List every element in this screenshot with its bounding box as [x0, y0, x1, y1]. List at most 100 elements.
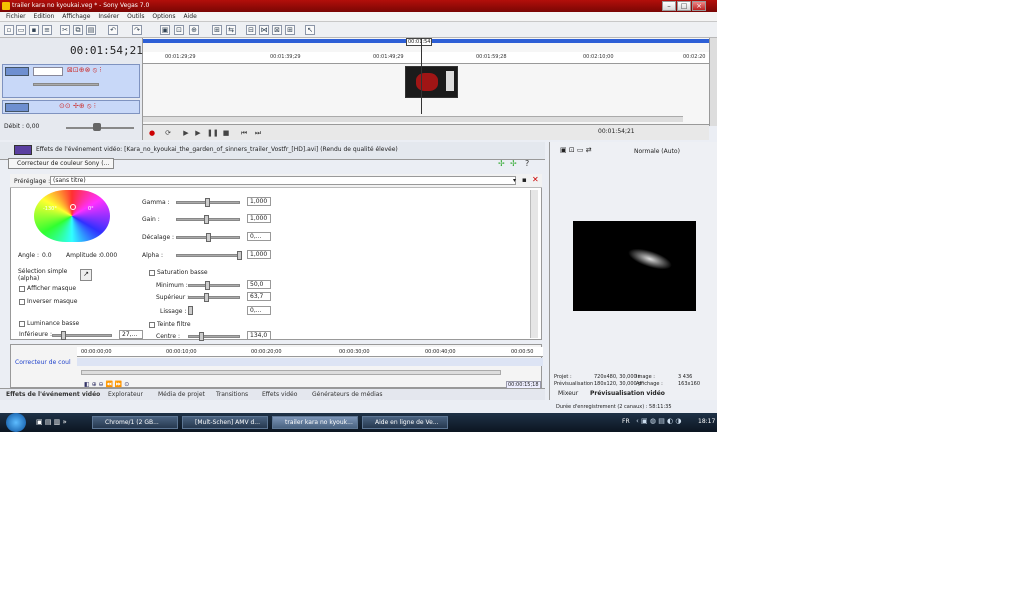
audio-track-icons[interactable]: ⊙⊙ ✢⊕ ⦸ ⁝ [59, 102, 96, 111]
amplitude-value[interactable]: 0.000 [100, 252, 117, 259]
cut-icon[interactable]: ✂ [60, 25, 70, 35]
gamma-value[interactable]: 1,000 [247, 197, 271, 206]
audio-track-header[interactable]: ⊙⊙ ✢⊕ ⦸ ⁝ [2, 100, 140, 114]
start-button[interactable] [6, 413, 26, 432]
remove-fx-icon[interactable]: ✢ [510, 159, 517, 168]
timeline-vscroll[interactable] [709, 38, 717, 126]
menu-options[interactable]: Options [152, 13, 175, 20]
sat-upper-value[interactable]: 63,7 [247, 292, 271, 301]
tint-center-slider-thumb[interactable] [199, 332, 204, 341]
tab-mixer[interactable]: Mixeur [558, 390, 578, 397]
select-tool-icon[interactable]: ▣ [160, 25, 170, 35]
properties-icon[interactable]: ≡ [42, 25, 52, 35]
tab-video-preview[interactable]: Prévisualisation vidéo [590, 390, 665, 397]
go-start-icon[interactable]: ⏮ [239, 128, 249, 138]
taskbar-item-active[interactable]: trailer kara no kyouk... [272, 416, 358, 429]
rate-slider-thumb[interactable] [93, 123, 101, 131]
new-icon[interactable]: ▫ [4, 25, 14, 35]
close-button[interactable]: × [692, 1, 706, 11]
ignore-grouping-icon[interactable]: ⊠ [272, 25, 282, 35]
keyframe-row-label[interactable]: Correcteur de coul [15, 359, 71, 366]
tray-icons[interactable]: ‹ ▣ ◍ ▤ ◐ ◑ [636, 417, 681, 425]
menu-tools[interactable]: Outils [127, 13, 144, 20]
preview-quality-dropdown[interactable]: Normale (Auto) [634, 148, 680, 155]
wheel-handle[interactable] [70, 204, 76, 210]
timeline-hscroll[interactable] [143, 116, 683, 122]
invert-mask-checkbox[interactable] [19, 299, 25, 305]
sat-smooth-value[interactable]: 0,... [247, 306, 271, 315]
copy-icon[interactable]: ⧉ [73, 25, 83, 35]
edit-markers-icon[interactable]: ⊞ [285, 25, 295, 35]
help-pointer-icon[interactable]: ↖ [305, 25, 315, 35]
alpha-value[interactable]: 1,000 [247, 250, 271, 259]
tint-checkbox[interactable] [149, 322, 155, 328]
zoom-tool-icon[interactable]: ⊕ [189, 25, 199, 35]
fx-vscroll[interactable] [530, 190, 538, 338]
tint-center-slider[interactable] [188, 335, 240, 338]
sat-min-slider[interactable] [188, 284, 240, 287]
time-ruler[interactable]: 00:01:29;29 00:01:39;29 00:01:49;29 00:0… [143, 52, 709, 64]
tab-explorer[interactable]: Explorateur [108, 391, 143, 398]
luminance-checkbox[interactable] [19, 321, 25, 327]
keyframe-nav-icons[interactable]: ◧ ⊕ ⊖ ⏪ ⏩ ⊙ [84, 381, 129, 388]
delete-preset-icon[interactable]: ✕ [532, 175, 539, 184]
autoripple-icon[interactable]: ⇆ [226, 25, 236, 35]
sat-upper-slider[interactable] [188, 296, 240, 299]
sat-smooth-slider-thumb[interactable] [188, 306, 193, 315]
menu-edit[interactable]: Edition [34, 13, 55, 20]
video-clip-event[interactable] [405, 66, 458, 98]
track-fx-icon[interactable]: ⊠⊡⊕⊗ ⦸ ⁝ [67, 66, 102, 75]
preview-toolbar-icons[interactable]: ▣ ⊡ ▭ ⇄ [560, 146, 592, 154]
clip-fx-icon[interactable] [446, 71, 454, 91]
envelope-tool-icon[interactable]: ⊡ [174, 25, 184, 35]
crossfade-icon[interactable]: ⋈ [259, 25, 269, 35]
show-mask-checkbox[interactable] [19, 286, 25, 292]
preset-dropdown[interactable]: (sans titre) [50, 176, 516, 185]
tab-video-fx[interactable]: Effets vidéo [262, 391, 297, 398]
tab-project-media[interactable]: Média de projet [158, 391, 205, 398]
paste-icon[interactable]: ▤ [86, 25, 96, 35]
tab-media-generators[interactable]: Générateurs de médias [312, 391, 383, 398]
gamma-slider-thumb[interactable] [205, 198, 210, 207]
menu-help[interactable]: Aide [183, 13, 196, 20]
color-wheel[interactable] [34, 190, 110, 242]
track-level-slider[interactable] [33, 83, 99, 86]
help-icon[interactable]: ? [525, 159, 529, 168]
keyframe-row[interactable] [77, 358, 543, 366]
menu-insert[interactable]: Insérer [98, 13, 119, 20]
language-indicator[interactable]: FR [622, 418, 630, 425]
snap-icon[interactable]: ⊞ [212, 25, 222, 35]
minimize-button[interactable]: – [662, 1, 676, 11]
lower-value[interactable]: 27,... [119, 330, 143, 339]
offset-value[interactable]: 0,... [247, 232, 271, 241]
sat-min-slider-thumb[interactable] [205, 281, 210, 290]
stop-icon[interactable]: ■ [221, 128, 231, 138]
gain-value[interactable]: 1,000 [247, 214, 271, 223]
keyframe-hscroll[interactable] [81, 370, 501, 375]
tab-video-event-fx[interactable]: Effets de l'événement vidéo [6, 391, 100, 398]
lower-slider-thumb[interactable] [61, 331, 66, 340]
undo-icon[interactable]: ↶ [108, 25, 118, 35]
loop-icon[interactable]: ⟳ [163, 128, 173, 138]
keyframe-ruler[interactable] [77, 347, 543, 357]
redo-icon[interactable]: ↷ [132, 25, 142, 35]
taskbar-item[interactable]: [Mult-Schen] AMV d... [182, 416, 268, 429]
record-icon[interactable]: ● [147, 128, 157, 138]
maximize-button[interactable]: □ [677, 1, 691, 11]
taskbar-item[interactable]: Aide en ligne de Ve... [362, 416, 448, 429]
angle-value[interactable]: 0.0 [42, 252, 52, 259]
eyedropper-button[interactable]: ↗ [80, 269, 92, 281]
track-name-field[interactable] [33, 67, 63, 76]
save-icon[interactable]: ▪ [29, 25, 39, 35]
tint-center-value[interactable]: 134,0 [247, 331, 271, 340]
sat-min-value[interactable]: 50,0 [247, 280, 271, 289]
lock-envelopes-icon[interactable]: ⊟ [246, 25, 256, 35]
pause-icon[interactable]: ❚❚ [207, 128, 219, 138]
quicklaunch-icons[interactable]: ▣ ▤ ▥ » [36, 418, 67, 426]
alpha-slider[interactable] [176, 254, 240, 257]
chevron-down-icon[interactable]: ▾ [513, 177, 516, 184]
menu-file[interactable]: Fichier [6, 13, 26, 20]
menu-view[interactable]: Affichage [62, 13, 90, 20]
open-icon[interactable]: ▭ [16, 25, 26, 35]
fx-chain-tab[interactable]: Correcteur de couleur Sony (... [8, 158, 114, 169]
